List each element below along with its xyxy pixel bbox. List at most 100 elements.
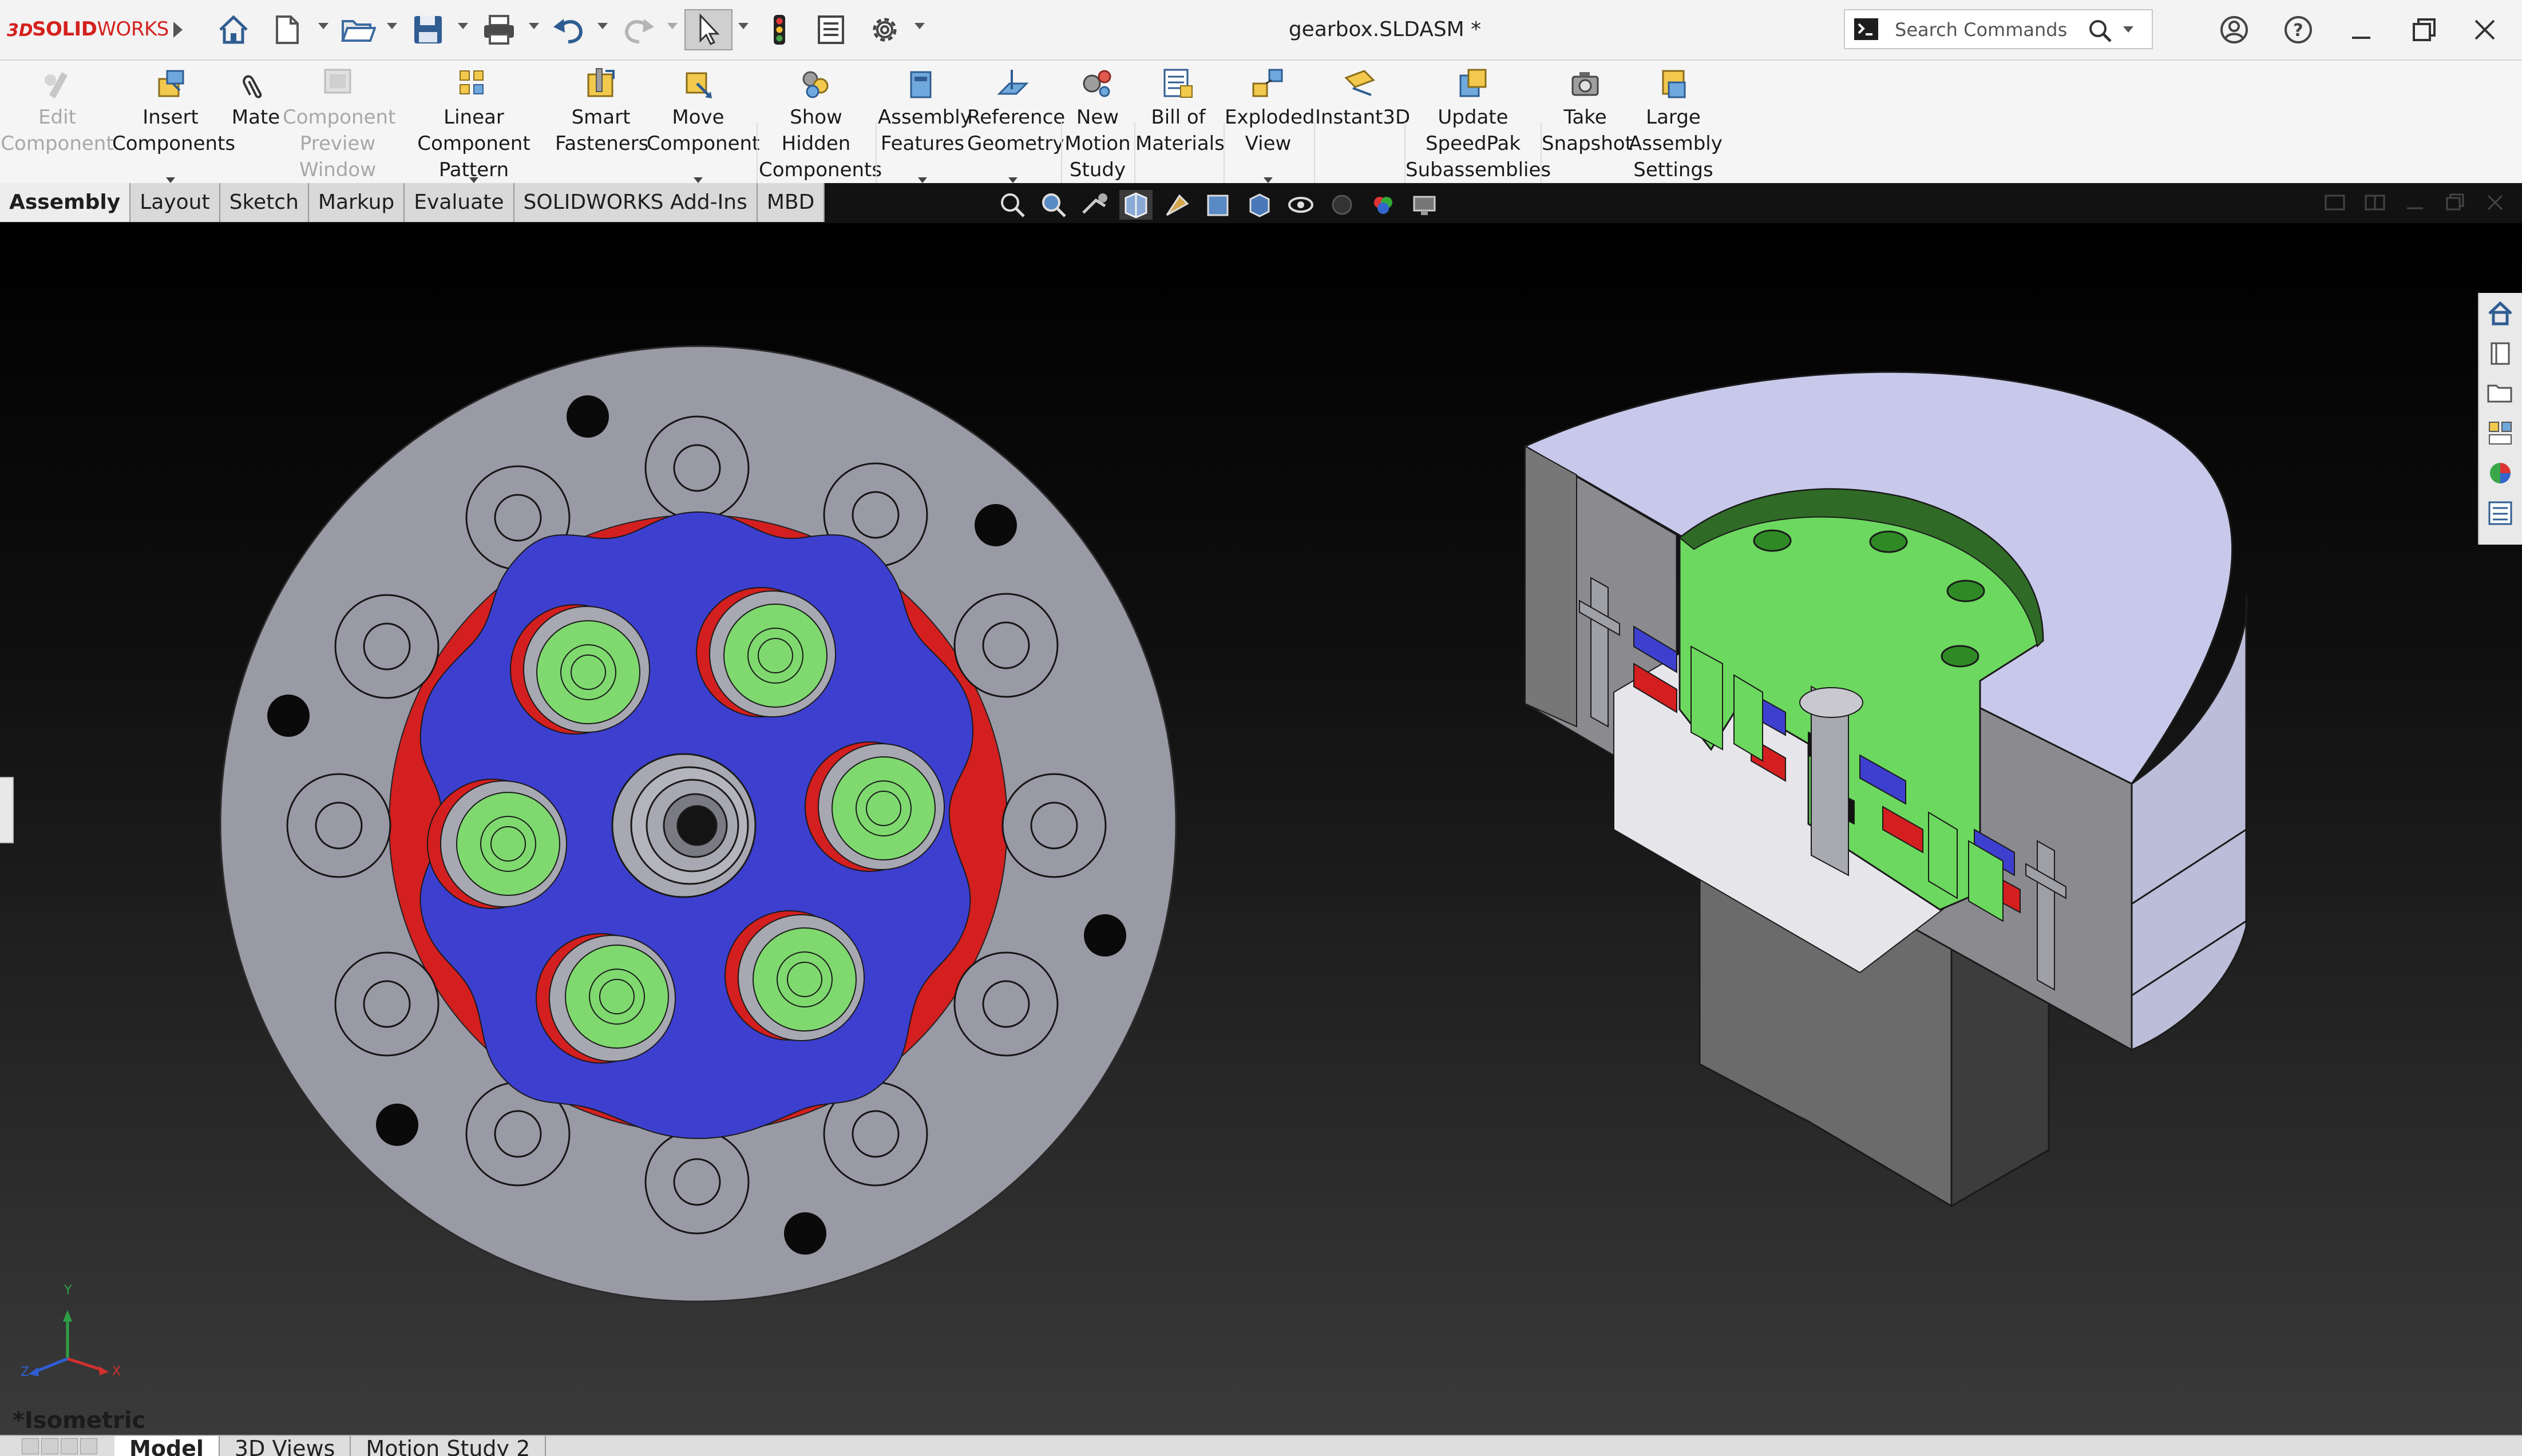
viewport-close-icon[interactable] bbox=[2484, 192, 2507, 213]
apply-scene-icon[interactable] bbox=[1367, 190, 1400, 220]
search-dropdown-caret[interactable] bbox=[2123, 26, 2133, 33]
print-dropdown-caret[interactable] bbox=[529, 23, 539, 29]
zoom-to-fit-icon[interactable] bbox=[996, 190, 1029, 220]
hide-show-items-icon[interactable] bbox=[1284, 190, 1317, 220]
tab-3d-views[interactable]: 3D Views bbox=[220, 1436, 351, 1456]
rebuild-traffic-light-icon[interactable] bbox=[763, 9, 795, 50]
bill-of-materials-button[interactable]: Bill of Materials bbox=[1135, 64, 1225, 183]
move-component-button[interactable]: Move Component bbox=[647, 64, 759, 183]
expand-menu-arrow-icon[interactable] bbox=[169, 9, 187, 50]
ds-logo-glyph: 3DS bbox=[7, 21, 32, 41]
file-explorer-icon[interactable] bbox=[2484, 376, 2517, 410]
feature-manager-toggle-handle[interactable] bbox=[0, 777, 14, 843]
search-input[interactable] bbox=[1894, 16, 2085, 43]
restore-icon[interactable] bbox=[2406, 9, 2442, 50]
linear-component-pattern-button[interactable]: Linear Component Pattern bbox=[393, 64, 555, 183]
assembly-features-dropdown-caret[interactable] bbox=[918, 177, 927, 183]
view-settings-icon[interactable] bbox=[1408, 190, 1441, 220]
viewport-restore-icon[interactable] bbox=[2444, 192, 2466, 213]
select-dropdown-caret[interactable] bbox=[738, 23, 749, 29]
smart-fasteners-label: Smart Fasteners bbox=[555, 106, 649, 155]
tab-motion-study-2[interactable]: Motion Study 2 bbox=[351, 1436, 547, 1456]
solidworks-logo[interactable]: 3DS SOLIDWORKS bbox=[7, 15, 169, 43]
redo-icon[interactable] bbox=[618, 9, 659, 50]
search-icon[interactable] bbox=[2088, 18, 2113, 43]
brand-works: WORKS bbox=[97, 18, 169, 41]
exploded-view-dropdown-caret[interactable] bbox=[1264, 177, 1273, 183]
viewport-minimize-icon[interactable] bbox=[2404, 192, 2426, 213]
component-preview-window-button[interactable]: Component Preview Window bbox=[283, 64, 395, 183]
save-icon[interactable] bbox=[407, 9, 449, 50]
first-tab-arrow-icon[interactable] bbox=[22, 1438, 39, 1454]
user-account-icon[interactable] bbox=[2216, 9, 2252, 50]
options-gear-icon[interactable] bbox=[864, 9, 905, 50]
file-properties-icon[interactable] bbox=[813, 9, 849, 50]
show-hidden-components-button[interactable]: Show Hidden Components bbox=[759, 64, 882, 183]
options-dropdown-caret[interactable] bbox=[914, 23, 925, 29]
edit-appearance-icon[interactable] bbox=[1325, 190, 1359, 220]
update-speedpak-subassemblies-label: Update SpeedPak Subassemblies bbox=[1405, 106, 1551, 181]
linear-component-pattern-dropdown-caret[interactable] bbox=[469, 177, 478, 183]
two-view-icon[interactable] bbox=[2363, 192, 2386, 213]
design-library-icon[interactable] bbox=[2484, 336, 2517, 370]
tab-solidworks-add-ins[interactable]: SOLIDWORKS Add-Ins bbox=[514, 183, 758, 222]
home-icon[interactable] bbox=[213, 9, 254, 50]
new-dropdown-caret[interactable] bbox=[318, 23, 328, 29]
view-orientation-icon[interactable] bbox=[1202, 190, 1235, 220]
large-assembly-settings-button[interactable]: Large Assembly Settings bbox=[1629, 64, 1723, 183]
appearances-scenes-icon[interactable] bbox=[2484, 457, 2517, 490]
mate-button[interactable]: Mate bbox=[229, 64, 283, 183]
new-motion-study-button[interactable]: New Motion Study bbox=[1063, 64, 1132, 183]
select-pointer-icon[interactable] bbox=[684, 9, 733, 50]
last-tab-arrow-icon[interactable] bbox=[80, 1438, 97, 1454]
single-view-icon[interactable] bbox=[2323, 192, 2346, 213]
model-canvas[interactable]: Y X Z bbox=[0, 223, 2522, 1435]
tab-model[interactable]: Model bbox=[114, 1436, 220, 1456]
dynamic-annotation-icon[interactable] bbox=[1161, 190, 1194, 220]
prev-tab-arrow-icon[interactable] bbox=[41, 1438, 58, 1454]
custom-properties-icon[interactable] bbox=[2484, 497, 2517, 530]
display-style-icon[interactable] bbox=[1243, 190, 1276, 220]
undo-dropdown-caret[interactable] bbox=[597, 23, 608, 29]
move-component-dropdown-caret[interactable] bbox=[694, 177, 703, 183]
task-pane bbox=[2478, 293, 2522, 545]
gearbox-front-view[interactable] bbox=[219, 345, 1177, 1303]
previous-view-icon[interactable] bbox=[1078, 190, 1111, 220]
zoom-to-area-icon[interactable] bbox=[1037, 190, 1070, 220]
instant3d-button[interactable]: Instant3D bbox=[1315, 64, 1410, 183]
next-tab-arrow-icon[interactable] bbox=[61, 1438, 78, 1454]
close-icon[interactable] bbox=[2466, 9, 2503, 50]
new-document-icon[interactable] bbox=[269, 9, 306, 50]
smart-fasteners-button[interactable]: Smart Fasteners bbox=[555, 64, 649, 183]
exploded-view-button[interactable]: Exploded View bbox=[1225, 64, 1315, 183]
save-dropdown-caret[interactable] bbox=[458, 23, 468, 29]
tab-layout[interactable]: Layout bbox=[130, 183, 220, 222]
camera-icon bbox=[1571, 72, 1599, 96]
update-speedpak-subassemblies-button[interactable]: Update SpeedPak Subassemblies bbox=[1405, 64, 1551, 183]
insert-components-dropdown-caret[interactable] bbox=[166, 177, 175, 183]
tab-markup[interactable]: Markup bbox=[308, 183, 405, 222]
reference-geometry-dropdown-caret[interactable] bbox=[1008, 177, 1017, 183]
graphics-area[interactable]: Y X Z bbox=[0, 223, 2522, 1435]
section-view-icon[interactable] bbox=[1119, 190, 1153, 220]
help-icon[interactable]: ? bbox=[2280, 9, 2317, 50]
print-icon[interactable] bbox=[478, 9, 520, 50]
insert-components-button[interactable]: Insert Components bbox=[112, 64, 235, 183]
undo-icon[interactable] bbox=[548, 9, 589, 50]
tab-evaluate[interactable]: Evaluate bbox=[405, 183, 514, 222]
redo-dropdown-caret[interactable] bbox=[667, 23, 678, 29]
take-snapshot-button[interactable]: Take Snapshot bbox=[1542, 64, 1633, 183]
tab-mbd[interactable]: MBD bbox=[757, 183, 825, 222]
assembly-features-button[interactable]: Assembly Features bbox=[878, 64, 972, 183]
open-dropdown-caret[interactable] bbox=[387, 23, 397, 29]
reference-geometry-button[interactable]: Reference Geometry bbox=[967, 64, 1065, 183]
edit-component-button[interactable]: Edit Component bbox=[0, 64, 114, 183]
minimize-icon[interactable] bbox=[2343, 9, 2380, 50]
gearbox-section-view[interactable] bbox=[1523, 371, 2248, 1208]
search-commands-box[interactable] bbox=[1844, 9, 2153, 49]
solidworks-resources-home-icon[interactable] bbox=[2484, 296, 2517, 330]
view-palette-icon[interactable] bbox=[2484, 416, 2517, 450]
tab-sketch[interactable]: Sketch bbox=[220, 183, 309, 222]
open-folder-icon[interactable] bbox=[338, 9, 379, 50]
tab-assembly[interactable]: Assembly bbox=[0, 183, 131, 222]
